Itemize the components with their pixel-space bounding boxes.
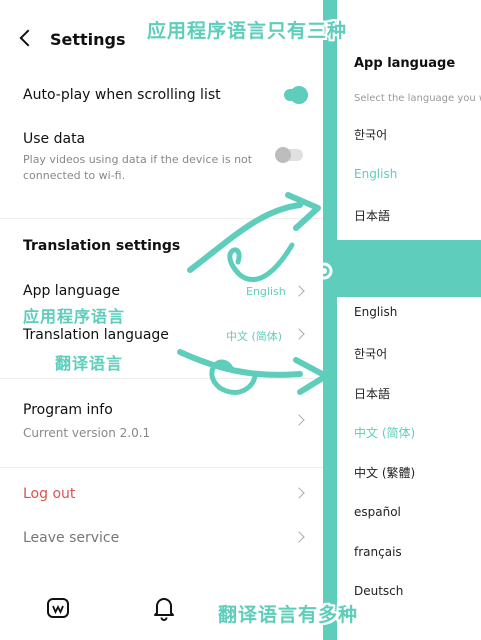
annotation-bottom: 翻译语言有多种 [218, 604, 359, 626]
annotation-translation-language: 翻译语言 [55, 354, 124, 373]
annotation-top: 应用程序语言只有三种 [147, 20, 348, 42]
annotation-app-language: 应用程序语言 [23, 307, 126, 326]
